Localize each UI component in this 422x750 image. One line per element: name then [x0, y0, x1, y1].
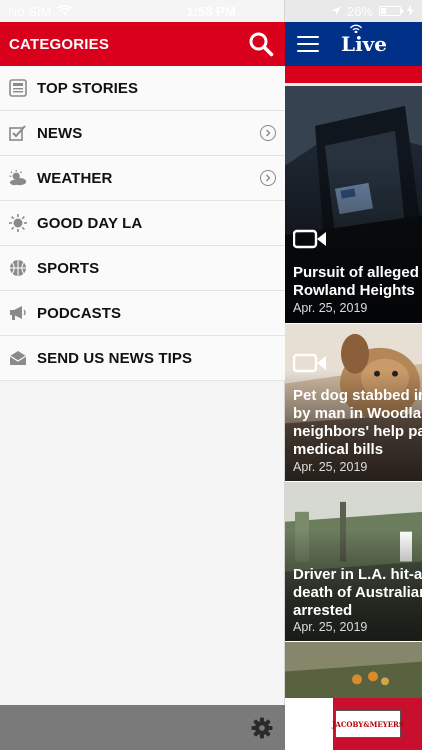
main-feed: Live Pursuit of alleged c Rowland Height… [285, 0, 422, 750]
categories-drawer: CATEGORIES TOP STORIES NEWS WEATHER GOOD… [0, 0, 285, 750]
category-list: TOP STORIES NEWS WEATHER GOOD DAY LA SPO… [0, 66, 285, 381]
newspaper-icon [9, 79, 27, 97]
category-label: SPORTS [37, 259, 100, 277]
brand-text: Live [341, 32, 388, 56]
story-date: Apr. 25, 2019 [293, 620, 368, 634]
app-screen: No SIM 1:58 PM 26% Live Pursuit of alleg… [0, 0, 422, 750]
battery-percent: 26% [346, 3, 373, 19]
ad-banner[interactable]: JACOBY&MEYERS [332, 698, 422, 750]
category-label: TOP STORIES [37, 79, 139, 97]
story-headline: Pet dog stabbed in by man in Woodlan nei… [293, 387, 422, 458]
video-camera-icon [293, 353, 326, 373]
search-button[interactable] [245, 28, 277, 60]
story-card[interactable]: Pursuit of alleged c Rowland Heights Apr… [285, 86, 422, 324]
category-item-news[interactable]: NEWS [0, 111, 285, 156]
video-camera-icon [293, 229, 326, 249]
story-date: Apr. 25, 2019 [293, 460, 368, 474]
chevron-right-icon[interactable] [260, 125, 276, 141]
story-card[interactable]: Pet dog stabbed in by man in Woodlan nei… [285, 324, 422, 482]
drawer-footer [0, 705, 285, 750]
sun-icon [9, 214, 27, 232]
battery-icon [379, 6, 403, 16]
envelope-icon [9, 349, 27, 367]
megaphone-icon [9, 304, 27, 322]
location-arrow-icon [331, 4, 341, 19]
brand-logo: Live [341, 24, 388, 56]
status-bar: No SIM 1:58 PM 26% [0, 0, 422, 22]
category-item-send-news-tips[interactable]: SEND US NEWS TIPS [0, 336, 285, 381]
category-item-sports[interactable]: SPORTS [0, 246, 285, 291]
category-label: WEATHER [37, 169, 113, 187]
hamburger-menu-icon[interactable] [297, 36, 319, 52]
chevron-right-icon[interactable] [260, 170, 276, 186]
drawer-title: CATEGORIES [9, 35, 110, 53]
drawer-header: CATEGORIES [0, 22, 285, 66]
charging-bolt-icon [407, 4, 414, 19]
story-card[interactable]: Driver in L.A. hit-an death of Australia… [285, 482, 422, 642]
sun-cloud-icon [9, 169, 27, 187]
category-label: SEND US NEWS TIPS [37, 349, 193, 367]
main-top-bar: Live [285, 22, 422, 66]
story-headline: Pursuit of alleged c Rowland Heights [293, 264, 419, 299]
category-label: PODCASTS [37, 304, 122, 322]
story-headline: Driver in L.A. hit-an death of Australia… [293, 566, 422, 619]
story-thumbnail [285, 642, 422, 699]
breaking-banner [285, 66, 422, 83]
search-icon [249, 32, 274, 57]
wifi-icon [57, 4, 73, 19]
carrier-label: No SIM [8, 3, 52, 19]
category-label: GOOD DAY LA [37, 214, 143, 232]
checkbox-pencil-icon [9, 124, 27, 142]
category-label: NEWS [37, 124, 83, 142]
category-item-good-day-la[interactable]: GOOD DAY LA [0, 201, 285, 246]
category-item-podcasts[interactable]: PODCASTS [0, 291, 285, 336]
broadcast-icon [349, 24, 363, 33]
category-item-top-stories[interactable]: TOP STORIES [0, 66, 285, 111]
gear-icon[interactable] [251, 717, 273, 739]
basketball-icon [9, 259, 27, 277]
story-card[interactable] [285, 642, 422, 700]
category-item-weather[interactable]: WEATHER [0, 156, 285, 201]
story-date: Apr. 25, 2019 [293, 301, 368, 315]
ad-logo: JACOBY&MEYERS [332, 710, 404, 738]
